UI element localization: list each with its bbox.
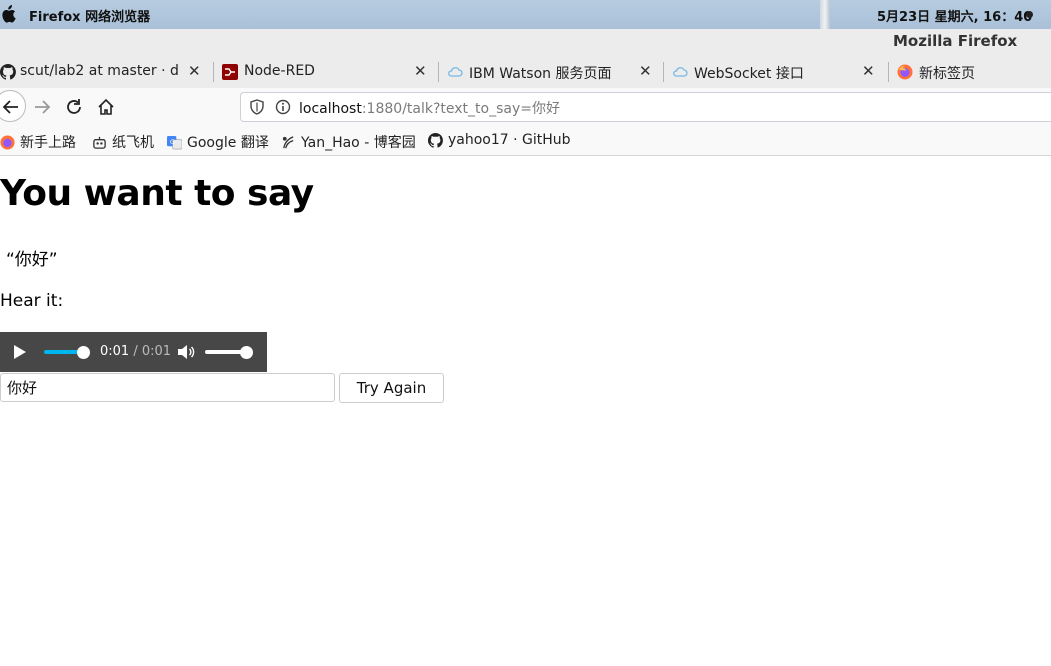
home-icon <box>98 98 114 115</box>
close-icon[interactable]: ✕ <box>188 62 201 80</box>
hear-label: Hear it: <box>0 291 64 311</box>
firefox-icon <box>0 134 15 150</box>
reload-button[interactable] <box>60 93 88 121</box>
forward-button[interactable] <box>28 93 56 121</box>
arrow-right-icon <box>35 100 51 114</box>
app-menu-name[interactable]: Firefox 网络浏览器 <box>29 6 150 25</box>
tab-label: 新标签页 <box>919 66 975 82</box>
audio-duration: / 0:01 <box>133 344 172 359</box>
bookmark-label: Yan_Hao - 博客园 <box>301 135 416 151</box>
cloud-icon <box>673 67 688 77</box>
cnblogs-icon <box>282 135 294 148</box>
status-dot-icon[interactable] <box>1026 11 1033 18</box>
audio-time: 0:01 / 0:01 <box>100 344 171 359</box>
tab-strip: scut/lab2 at master · d ✕ Node-RED ✕ IBM… <box>0 56 1051 88</box>
tab-node-red[interactable]: Node-RED ✕ <box>214 56 439 88</box>
close-icon[interactable]: ✕ <box>639 62 652 80</box>
reload-icon <box>67 99 81 114</box>
quoted-text: “你好” <box>6 250 58 270</box>
cloud-icon <box>448 67 463 77</box>
audio-player[interactable]: 0:01 / 0:01 <box>0 332 267 372</box>
node-red-icon <box>222 64 238 80</box>
svg-text:G: G <box>170 137 175 145</box>
bookmark-label: 纸飞机 <box>112 135 154 151</box>
tab-label: IBM Watson 服务页面 <box>469 66 612 82</box>
play-icon[interactable] <box>13 345 26 359</box>
menu-bar-divider <box>820 0 830 29</box>
github-icon <box>428 132 443 148</box>
tab-new-tab[interactable]: 新标签页 <box>889 56 1051 88</box>
close-icon[interactable]: ✕ <box>862 62 875 80</box>
firefox-icon <box>897 64 913 80</box>
url-text[interactable]: localhost:1880/talk?text_to_say=你好 <box>299 98 560 118</box>
navigation-toolbar: localhost:1880/talk?text_to_say=你好 <box>0 88 1051 126</box>
url-host: localhost <box>299 101 362 117</box>
close-icon[interactable]: ✕ <box>414 62 427 80</box>
bookmark-label: 新手上路 <box>20 135 76 151</box>
tab-ibm-watson[interactable]: IBM Watson 服务页面 ✕ <box>439 56 664 88</box>
window-titlebar[interactable]: Mozilla Firefox <box>0 29 1051 56</box>
shield-icon[interactable] <box>249 99 265 115</box>
page-content: You want to say “你好” Hear it: 0:01 / 0:0… <box>0 157 1051 666</box>
bookmark-item[interactable]: 新手上路 <box>0 132 76 152</box>
bookmark-label: yahoo17 · GitHub <box>448 132 571 148</box>
volume-slider[interactable] <box>205 350 245 354</box>
tab-label: WebSocket 接口 <box>694 66 804 82</box>
bookmark-item[interactable]: yahoo17 · GitHub <box>428 132 571 148</box>
url-path: :1880/talk?text_to_say=你好 <box>361 101 560 117</box>
bookmark-item[interactable]: Yan_Hao - 博客园 <box>281 132 416 152</box>
github-icon <box>0 64 16 80</box>
window-title: Mozilla Firefox <box>893 32 1018 50</box>
page-title: You want to say <box>0 173 314 214</box>
text-to-say-input[interactable] <box>0 373 335 402</box>
home-button[interactable] <box>92 93 120 121</box>
tab-github[interactable]: scut/lab2 at master · d ✕ <box>0 56 214 88</box>
address-bar[interactable]: localhost:1880/talk?text_to_say=你好 <box>240 92 1051 122</box>
system-menu-bar: Firefox 网络浏览器 5月23日 星期六, 16：40 <box>0 0 1051 29</box>
bookmark-item[interactable]: G Google 翻译 <box>167 132 269 152</box>
audio-current-time: 0:01 <box>100 344 130 359</box>
bookmarks-toolbar: 新手上路 纸飞机 G Google 翻译 Yan_Hao - 博客园 yahoo… <box>0 126 1051 156</box>
volume-icon[interactable] <box>177 344 195 360</box>
audio-progress-handle[interactable] <box>77 346 90 359</box>
system-clock[interactable]: 5月23日 星期六, 16：40 <box>877 6 1032 25</box>
back-button[interactable] <box>0 90 26 122</box>
bookmark-label: Google 翻译 <box>187 135 269 151</box>
apple-icon[interactable] <box>0 5 16 23</box>
tab-websocket[interactable]: WebSocket 接口 ✕ <box>664 56 889 88</box>
bookmark-item[interactable]: 纸飞机 <box>92 132 154 152</box>
tab-label: scut/lab2 at master · d <box>20 63 179 79</box>
volume-handle[interactable] <box>240 346 253 359</box>
info-icon[interactable] <box>275 99 291 115</box>
google-translate-icon: G <box>167 135 182 149</box>
arrow-left-icon <box>2 100 18 114</box>
robot-icon <box>93 136 106 149</box>
tab-label: Node-RED <box>244 63 315 79</box>
try-again-button[interactable]: Try Again <box>339 373 444 403</box>
